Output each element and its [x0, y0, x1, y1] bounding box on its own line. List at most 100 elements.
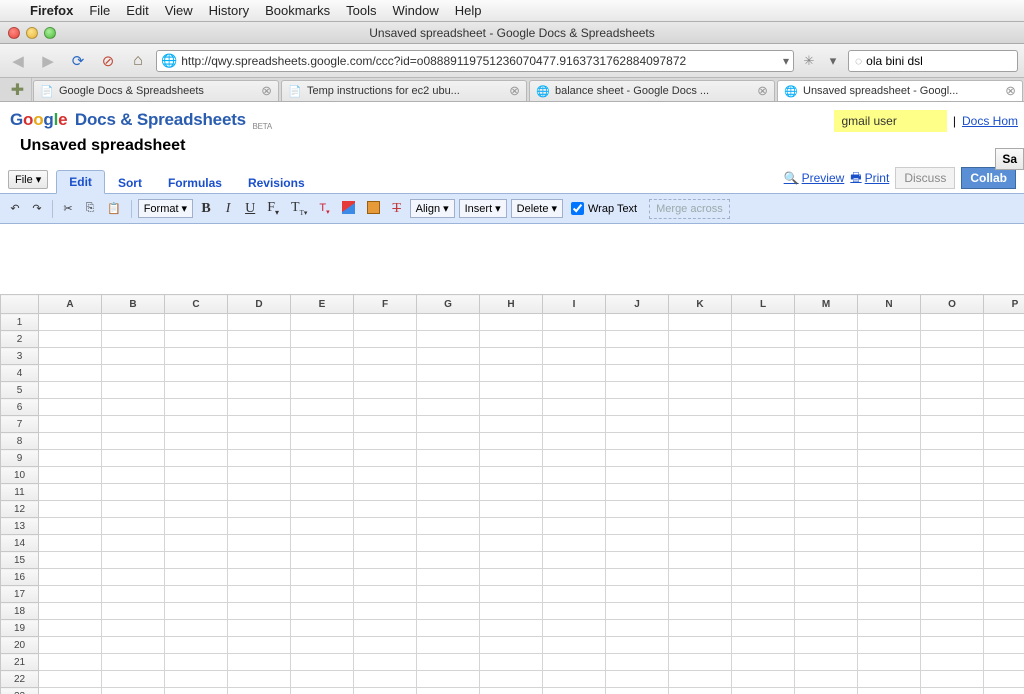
cell[interactable]	[291, 348, 354, 365]
cell[interactable]	[417, 348, 480, 365]
cell[interactable]	[102, 399, 165, 416]
cell[interactable]	[984, 671, 1024, 688]
cell[interactable]	[417, 365, 480, 382]
menu-history[interactable]: History	[209, 3, 249, 18]
docs-home-link[interactable]: Docs Hom	[962, 114, 1018, 128]
cell[interactable]	[543, 331, 606, 348]
cell[interactable]	[417, 501, 480, 518]
cell[interactable]	[921, 416, 984, 433]
cell[interactable]	[102, 620, 165, 637]
cell[interactable]	[354, 671, 417, 688]
cell[interactable]	[858, 399, 921, 416]
cell[interactable]	[606, 450, 669, 467]
cell[interactable]	[102, 450, 165, 467]
cell[interactable]	[228, 348, 291, 365]
underline-button[interactable]: U	[241, 199, 259, 219]
cell[interactable]	[858, 450, 921, 467]
cell[interactable]	[606, 416, 669, 433]
cell[interactable]	[39, 399, 102, 416]
row-header[interactable]: 3	[1, 348, 39, 365]
cell[interactable]	[795, 688, 858, 694]
copy-button[interactable]: ⎘	[81, 200, 99, 217]
tab-revisions[interactable]: Revisions	[235, 171, 318, 194]
cell[interactable]	[543, 688, 606, 694]
cell[interactable]	[417, 688, 480, 694]
save-button[interactable]: Sa	[995, 148, 1024, 170]
cell[interactable]	[732, 620, 795, 637]
cell[interactable]	[417, 450, 480, 467]
cell[interactable]	[417, 433, 480, 450]
spreadsheet-grid[interactable]: ABCDEFGHIJKLMNOP 12345678910111213141516…	[0, 294, 1024, 694]
cell[interactable]	[858, 620, 921, 637]
cell[interactable]	[921, 535, 984, 552]
column-header[interactable]: H	[480, 295, 543, 314]
tab-sort[interactable]: Sort	[105, 171, 155, 194]
cell[interactable]	[480, 518, 543, 535]
cell[interactable]	[732, 416, 795, 433]
cell[interactable]	[228, 331, 291, 348]
cell[interactable]	[984, 399, 1024, 416]
cell[interactable]	[228, 603, 291, 620]
cell[interactable]	[39, 518, 102, 535]
cell[interactable]	[921, 688, 984, 694]
cell[interactable]	[732, 467, 795, 484]
cell[interactable]	[795, 603, 858, 620]
cell[interactable]	[795, 620, 858, 637]
cell[interactable]	[165, 450, 228, 467]
cell[interactable]	[606, 637, 669, 654]
row-header[interactable]: 11	[1, 484, 39, 501]
cell[interactable]	[984, 535, 1024, 552]
cell[interactable]	[354, 331, 417, 348]
cell[interactable]	[39, 348, 102, 365]
cell[interactable]	[39, 671, 102, 688]
cell[interactable]	[480, 365, 543, 382]
cell[interactable]	[165, 569, 228, 586]
cell[interactable]	[417, 416, 480, 433]
cell[interactable]	[921, 637, 984, 654]
cell[interactable]	[102, 433, 165, 450]
cell[interactable]	[354, 518, 417, 535]
cell[interactable]	[606, 671, 669, 688]
menu-file[interactable]: File	[89, 3, 110, 18]
cell[interactable]	[984, 688, 1024, 694]
cell[interactable]	[354, 314, 417, 331]
cell[interactable]	[984, 620, 1024, 637]
cell[interactable]	[417, 518, 480, 535]
cell[interactable]	[543, 450, 606, 467]
cell[interactable]	[102, 569, 165, 586]
cell[interactable]	[543, 671, 606, 688]
cell[interactable]	[102, 603, 165, 620]
cell[interactable]	[921, 365, 984, 382]
menu-help[interactable]: Help	[455, 3, 482, 18]
cell[interactable]	[291, 552, 354, 569]
cell[interactable]	[921, 586, 984, 603]
cell[interactable]	[543, 484, 606, 501]
cell[interactable]	[795, 399, 858, 416]
cell[interactable]	[291, 467, 354, 484]
row-header[interactable]: 1	[1, 314, 39, 331]
cell[interactable]	[228, 501, 291, 518]
cell[interactable]	[165, 637, 228, 654]
cell[interactable]	[354, 348, 417, 365]
cell[interactable]	[543, 382, 606, 399]
cell[interactable]	[354, 501, 417, 518]
cell[interactable]	[354, 637, 417, 654]
menu-edit[interactable]: Edit	[126, 3, 148, 18]
cell[interactable]	[102, 688, 165, 694]
cell[interactable]	[921, 552, 984, 569]
cell[interactable]	[480, 688, 543, 694]
row-header[interactable]: 2	[1, 331, 39, 348]
cell[interactable]	[39, 467, 102, 484]
cell[interactable]	[102, 365, 165, 382]
cell[interactable]	[354, 365, 417, 382]
cell[interactable]	[228, 552, 291, 569]
cell[interactable]	[480, 484, 543, 501]
cell[interactable]	[795, 467, 858, 484]
cell[interactable]	[669, 484, 732, 501]
tab-close-icon[interactable]: ⊗	[757, 83, 768, 99]
cell[interactable]	[669, 620, 732, 637]
cell[interactable]	[354, 467, 417, 484]
cell[interactable]	[165, 348, 228, 365]
tab-formulas[interactable]: Formulas	[155, 171, 235, 194]
row-header[interactable]: 9	[1, 450, 39, 467]
